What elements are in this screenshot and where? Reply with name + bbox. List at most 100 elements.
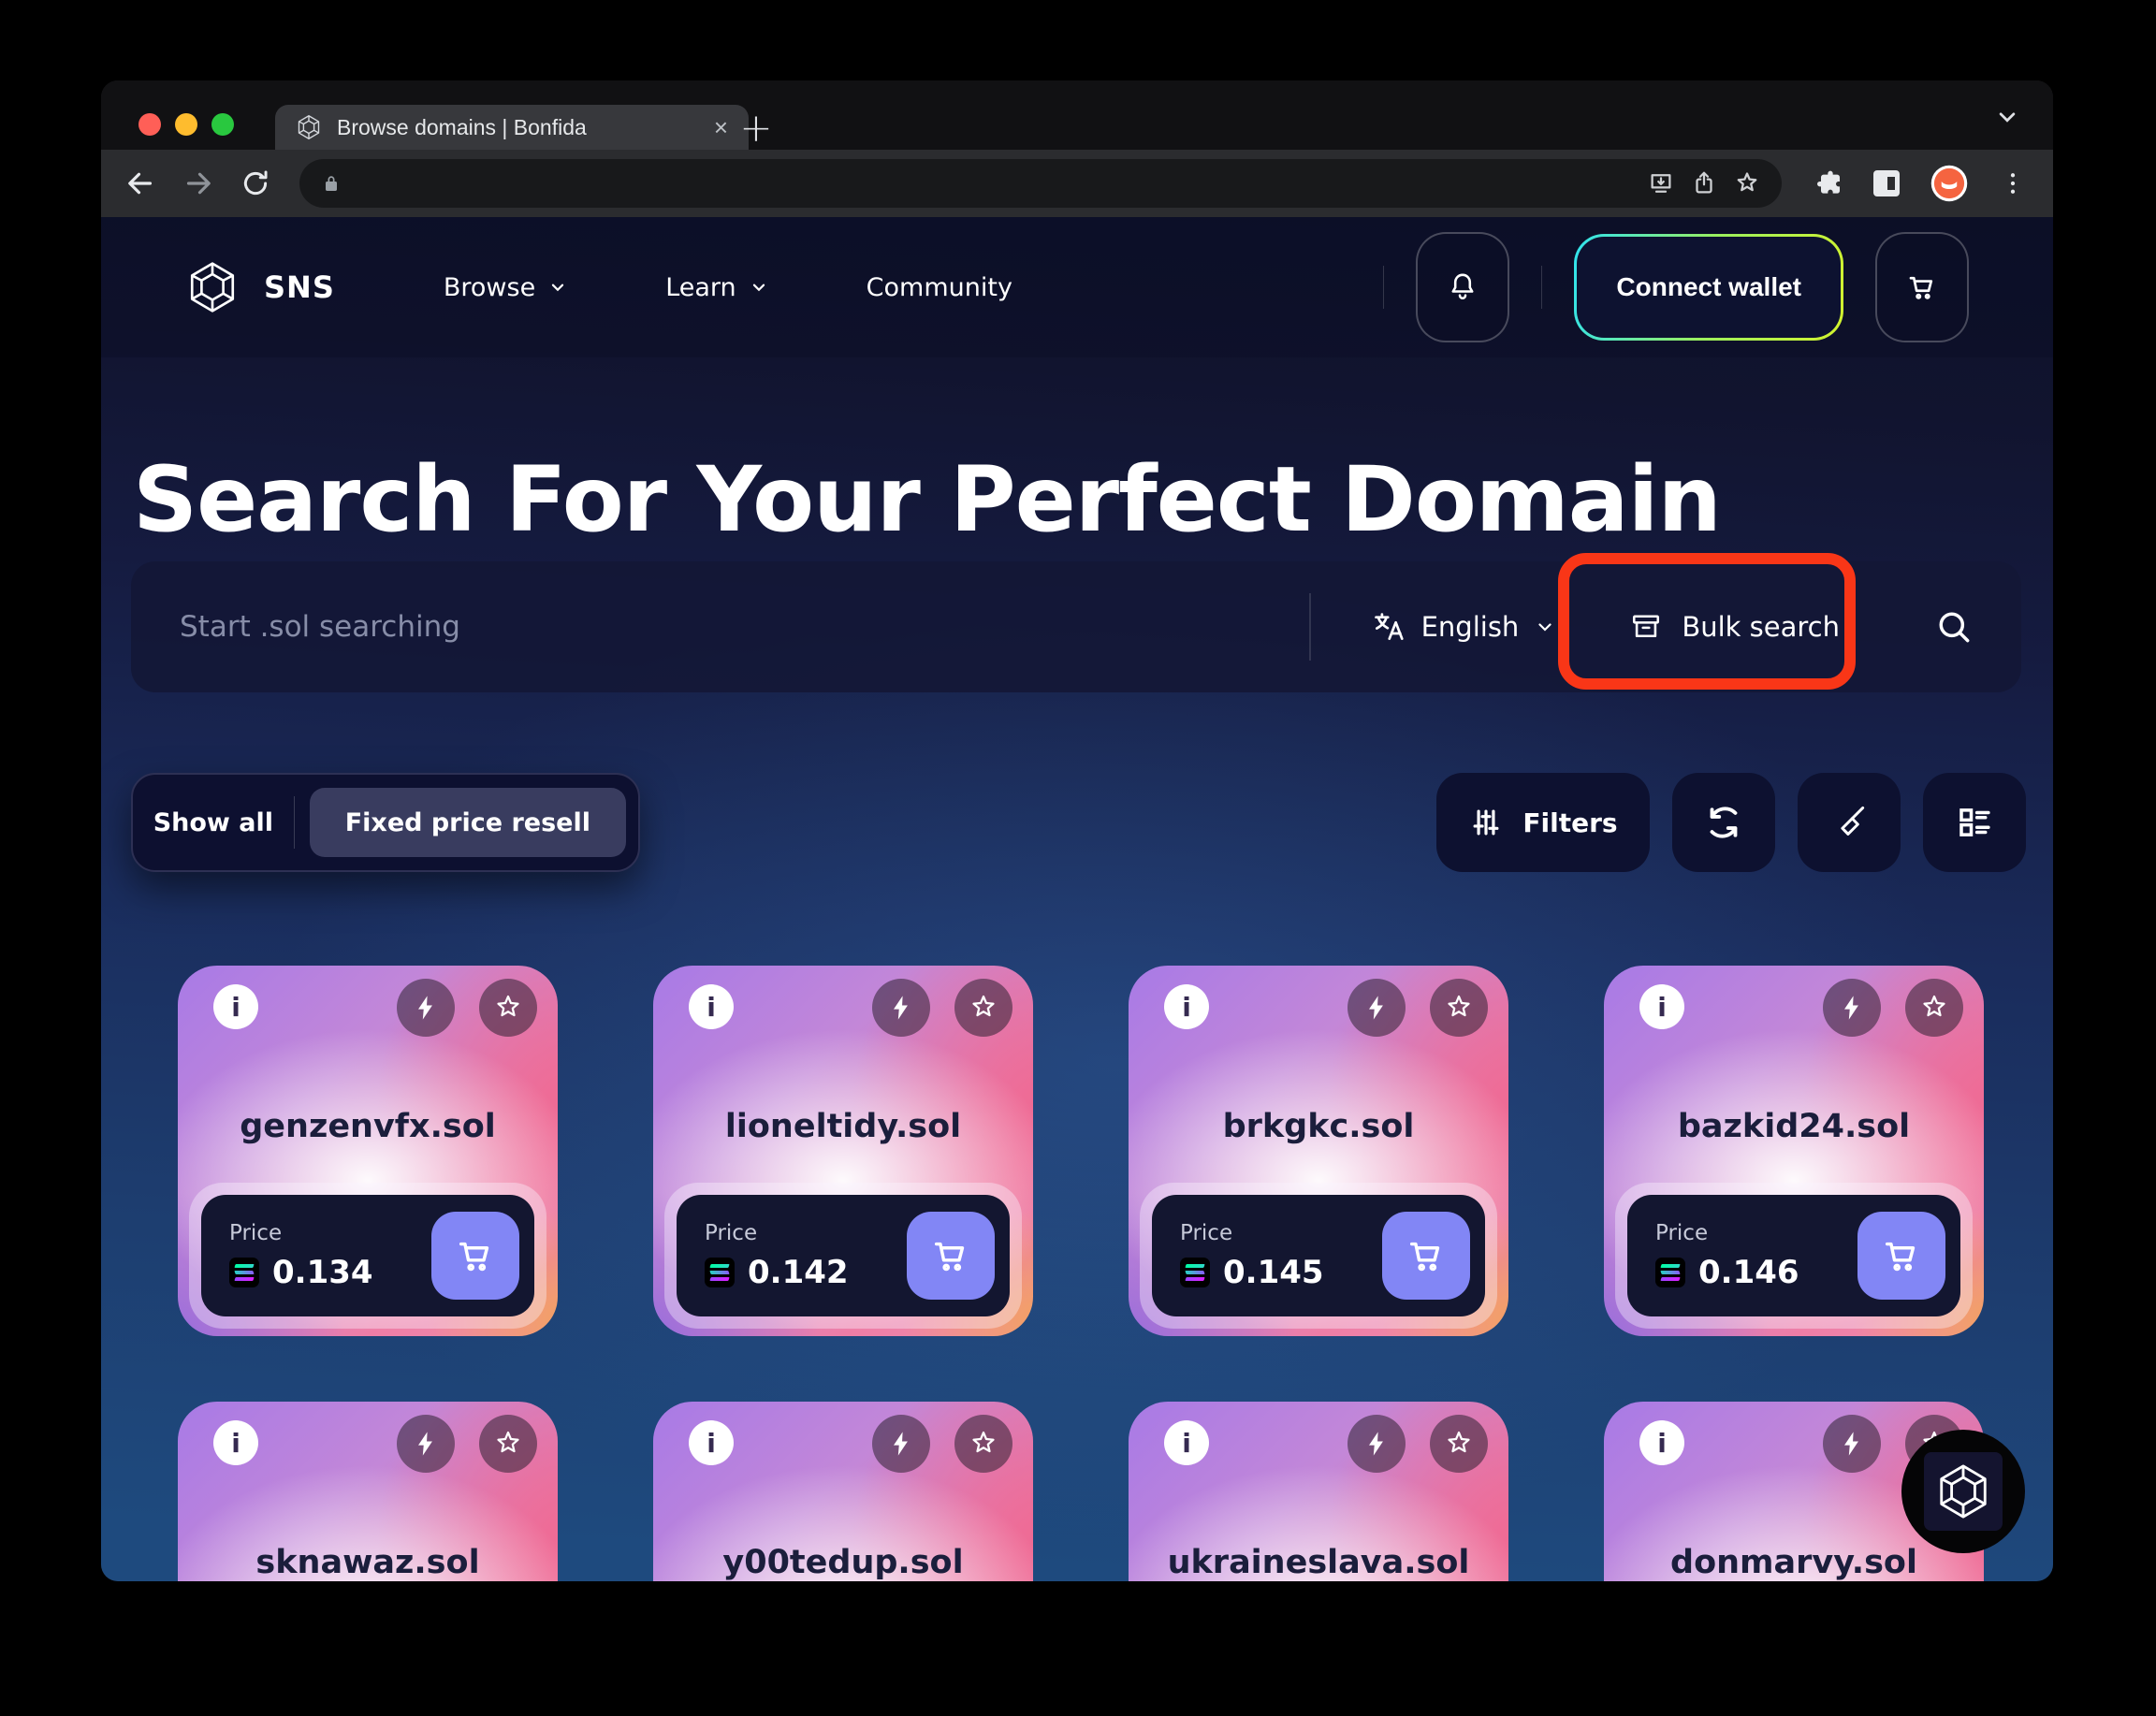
nav-learn[interactable]: Learn xyxy=(665,273,768,302)
tab-favicon-cube-icon xyxy=(296,114,322,140)
clear-button[interactable] xyxy=(1798,773,1901,872)
domain-card[interactable]: i bazkid24.sol Price 0.146 xyxy=(1604,966,1984,1336)
cart-button[interactable] xyxy=(1875,232,1969,342)
instant-buy-bolt-icon[interactable] xyxy=(1823,1415,1881,1473)
add-to-cart-button[interactable] xyxy=(907,1212,995,1300)
profile-avatar[interactable] xyxy=(1930,164,1969,203)
layout-view-button[interactable] xyxy=(1923,773,2026,872)
favorite-star-icon[interactable] xyxy=(1905,979,1963,1037)
sns-cube-icon xyxy=(185,260,240,314)
back-icon[interactable] xyxy=(124,167,157,200)
nav-community[interactable]: Community xyxy=(867,273,1012,302)
domain-name: brkgkc.sol xyxy=(1129,1108,1508,1145)
chevron-down-icon xyxy=(1534,616,1556,638)
favorite-star-icon[interactable] xyxy=(954,1415,1012,1473)
broom-icon xyxy=(1828,802,1870,843)
favorite-star-icon[interactable] xyxy=(954,979,1012,1037)
refresh-button[interactable] xyxy=(1672,773,1775,872)
favorite-star-icon[interactable] xyxy=(479,1415,537,1473)
bulk-search-label: Bulk search xyxy=(1682,611,1840,643)
info-icon[interactable]: i xyxy=(1164,984,1209,1029)
tab-title: Browse domains | Bonfida xyxy=(337,115,699,140)
close-window-button[interactable] xyxy=(138,113,161,136)
domain-card[interactable]: i genzenvfx.sol Price 0.134 xyxy=(178,966,558,1336)
lock-icon xyxy=(320,172,342,195)
instant-buy-bolt-icon[interactable] xyxy=(1348,979,1406,1037)
domain-card[interactable]: i y00tedup.sol xyxy=(653,1402,1033,1581)
instant-buy-bolt-icon[interactable] xyxy=(1823,979,1881,1037)
extensions-puzzle-icon[interactable] xyxy=(1814,168,1843,198)
info-icon[interactable]: i xyxy=(213,1420,258,1465)
sns-logo[interactable]: SNS xyxy=(185,260,335,314)
info-icon[interactable]: i xyxy=(1639,1420,1684,1465)
info-glyph: i xyxy=(231,992,240,1023)
chevron-down-icon xyxy=(749,277,769,298)
menu-dots-icon[interactable] xyxy=(1999,169,2027,197)
address-bar[interactable] xyxy=(299,159,1782,208)
solana-icon xyxy=(705,1258,735,1287)
price-value: 0.146 xyxy=(1698,1254,1799,1291)
info-glyph: i xyxy=(707,1428,716,1459)
favorite-star-icon[interactable] xyxy=(479,979,537,1037)
domain-card[interactable]: i lioneltidy.sol Price 0.142 xyxy=(653,966,1033,1336)
browser-tab[interactable]: Browse domains | Bonfida × xyxy=(275,105,749,150)
tab-close-icon[interactable]: × xyxy=(714,115,728,139)
add-to-cart-button[interactable] xyxy=(431,1212,519,1300)
solana-icon xyxy=(1655,1258,1685,1287)
price-panel: Price 0.134 xyxy=(189,1183,546,1329)
reload-icon[interactable] xyxy=(240,167,271,199)
sidebar-panel-icon[interactable] xyxy=(1873,170,1900,196)
browser-window: Browse domains | Bonfida × + xyxy=(101,80,2053,1581)
favorite-star-icon[interactable] xyxy=(1430,979,1488,1037)
domain-card[interactable]: i brkgkc.sol Price 0.145 xyxy=(1129,966,1508,1336)
domain-name: lioneltidy.sol xyxy=(653,1108,1033,1145)
info-icon[interactable]: i xyxy=(1164,1420,1209,1465)
domain-name: genzenvfx.sol xyxy=(178,1108,558,1145)
fixed-price-resell-tab[interactable]: Fixed price resell xyxy=(310,788,626,857)
notifications-button[interactable] xyxy=(1416,232,1509,342)
domain-card[interactable]: i sknawaz.sol xyxy=(178,1402,558,1581)
cart-icon xyxy=(1405,1234,1448,1277)
info-icon[interactable]: i xyxy=(213,984,258,1029)
connect-wallet-button[interactable]: Connect wallet xyxy=(1574,234,1843,341)
tab-strip: Browse domains | Bonfida × + xyxy=(101,80,2053,150)
browser-toolbar xyxy=(101,150,2053,217)
share-icon[interactable] xyxy=(1690,169,1718,197)
page-content: SNS Browse Learn Community xyxy=(101,217,2053,1581)
nav-browse[interactable]: Browse xyxy=(444,273,568,302)
search-input[interactable] xyxy=(178,609,1300,645)
price-panel: Price 0.142 xyxy=(664,1183,1022,1329)
tab-search-chevron-icon[interactable] xyxy=(1993,103,2021,135)
grid-actions: Filters xyxy=(1436,773,2026,872)
divider xyxy=(1309,593,1311,661)
zoom-window-button[interactable] xyxy=(211,113,234,136)
favorite-star-icon[interactable] xyxy=(1430,1415,1488,1473)
instant-buy-bolt-icon[interactable] xyxy=(397,979,455,1037)
bulk-search-button[interactable]: Bulk search xyxy=(1629,610,1840,644)
minimize-window-button[interactable] xyxy=(175,113,197,136)
floating-sns-button[interactable] xyxy=(1901,1430,2025,1553)
filters-button[interactable]: Filters xyxy=(1436,773,1650,872)
cart-icon xyxy=(929,1234,972,1277)
info-icon[interactable]: i xyxy=(689,984,734,1029)
search-submit-icon[interactable] xyxy=(1933,606,1974,647)
instant-buy-bolt-icon[interactable] xyxy=(872,1415,930,1473)
new-tab-button[interactable]: + xyxy=(734,105,779,150)
save-download-icon[interactable] xyxy=(1647,169,1675,197)
language-selector[interactable]: English xyxy=(1371,609,1557,645)
info-icon[interactable]: i xyxy=(1639,984,1684,1029)
instant-buy-bolt-icon[interactable] xyxy=(1348,1415,1406,1473)
add-to-cart-button[interactable] xyxy=(1382,1212,1470,1300)
domain-name: sknawaz.sol xyxy=(178,1544,558,1581)
forward-icon[interactable] xyxy=(182,167,215,200)
add-to-cart-button[interactable] xyxy=(1857,1212,1945,1300)
bookmark-star-icon[interactable] xyxy=(1733,169,1761,197)
instant-buy-bolt-icon[interactable] xyxy=(397,1415,455,1473)
price-panel: Price 0.145 xyxy=(1140,1183,1497,1329)
domain-card[interactable]: i ukraineslava.sol xyxy=(1129,1402,1508,1581)
show-all-tab[interactable]: Show all xyxy=(133,808,294,837)
divider xyxy=(294,796,295,849)
page-title: Search For Your Perfect Domain xyxy=(133,447,1721,552)
info-icon[interactable]: i xyxy=(689,1420,734,1465)
instant-buy-bolt-icon[interactable] xyxy=(872,979,930,1037)
